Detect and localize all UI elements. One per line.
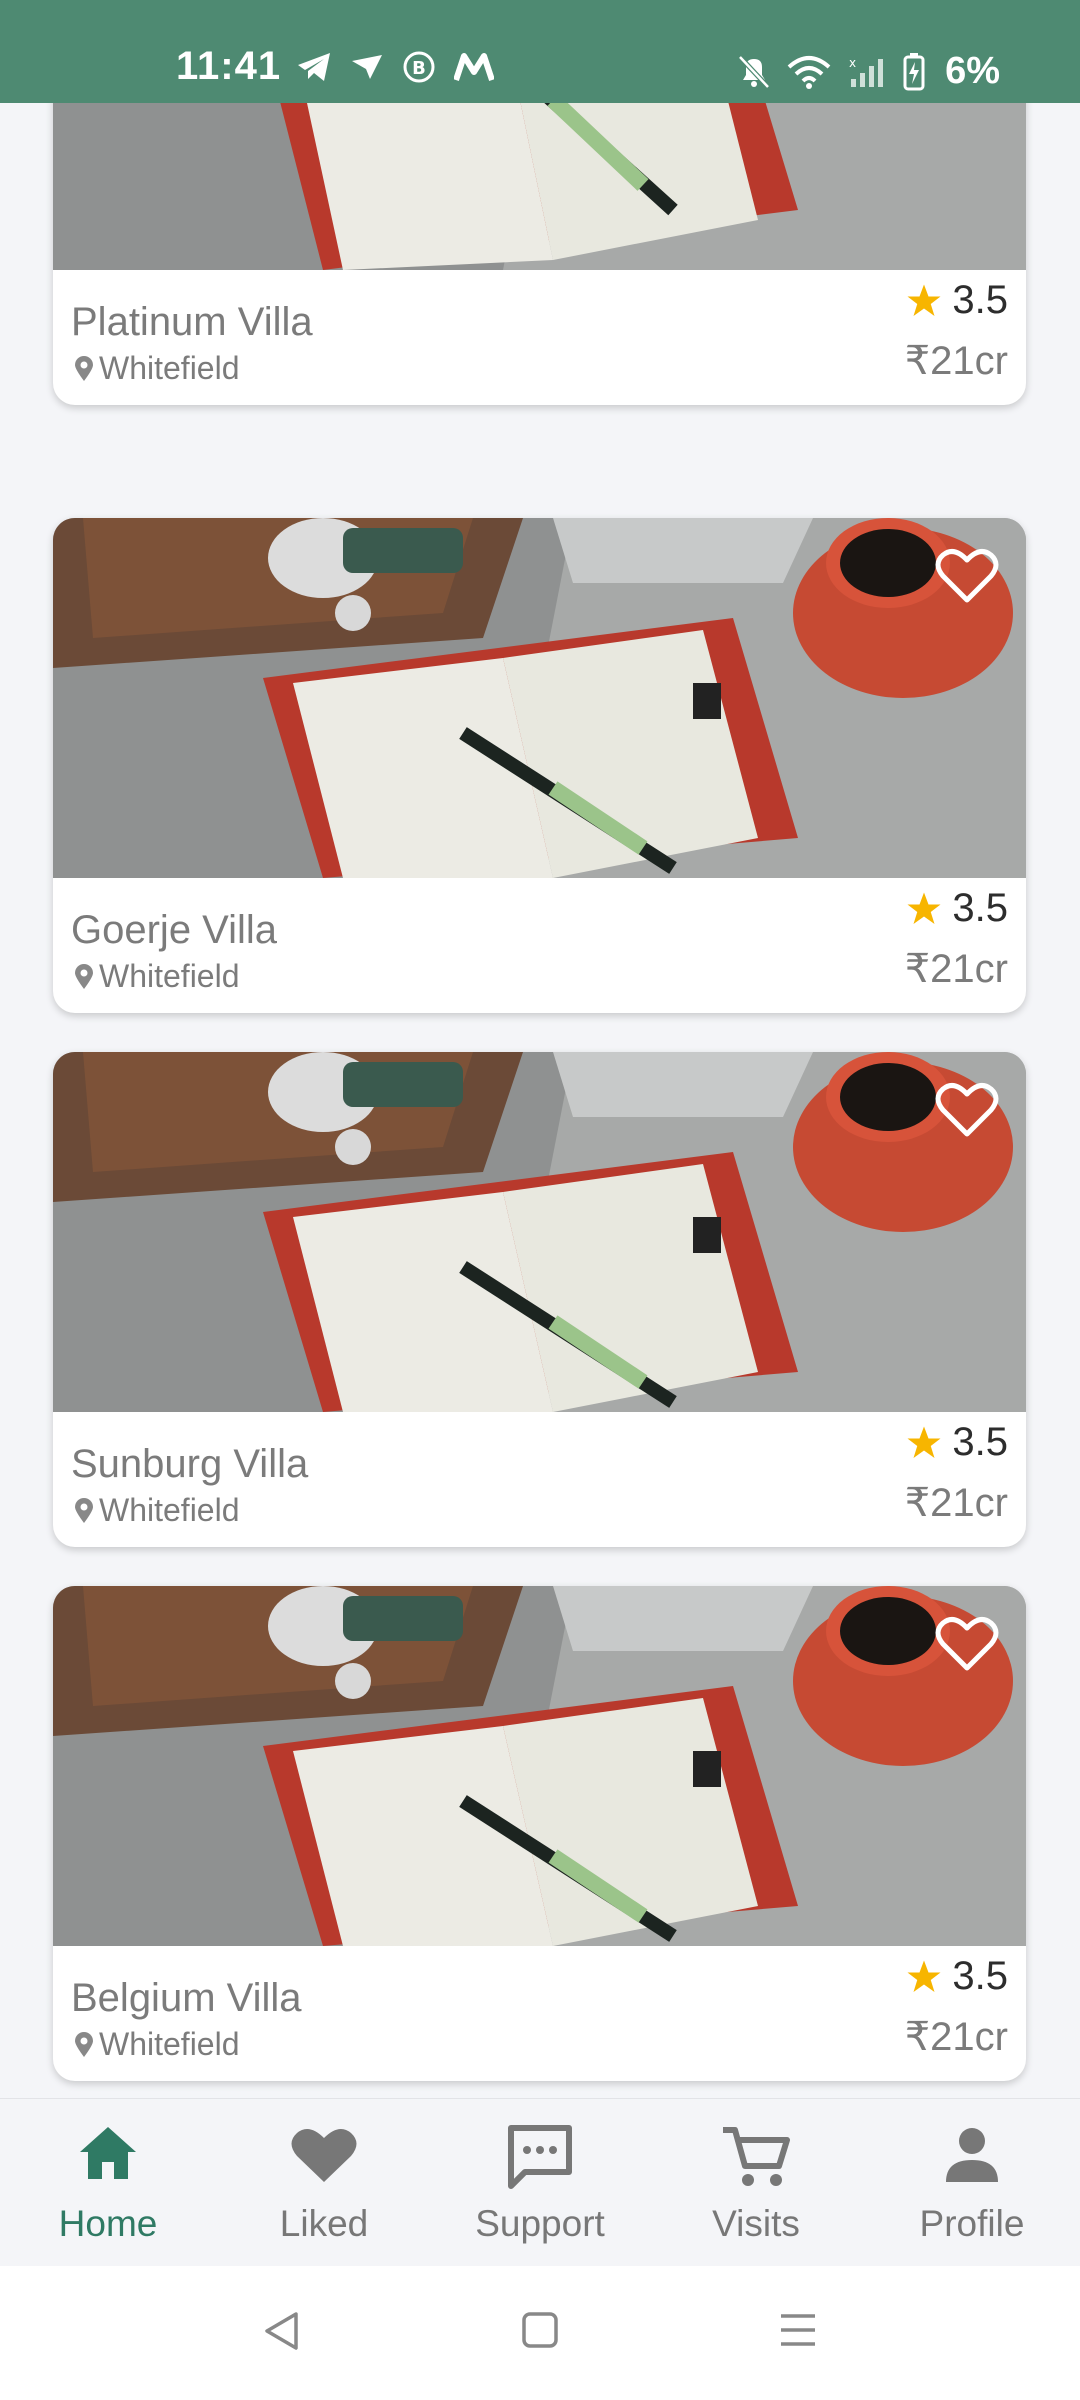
nav-visits[interactable]: Visits bbox=[648, 2099, 864, 2267]
svg-text:x: x bbox=[849, 56, 856, 70]
location-pin-icon bbox=[75, 1497, 93, 1523]
heart-outline-icon[interactable] bbox=[935, 546, 999, 606]
listing-rating-value: 3.5 bbox=[952, 1420, 1008, 1464]
m-logo-icon bbox=[454, 53, 494, 81]
listing-price: ₹21cr bbox=[904, 2015, 1008, 2059]
listing-location-text: Whitefield bbox=[99, 350, 240, 386]
heart-icon bbox=[291, 2129, 357, 2182]
listing-price: ₹21cr bbox=[904, 339, 1008, 383]
listing-location: Whitefield bbox=[75, 2026, 240, 2063]
listing-photo bbox=[53, 1586, 1026, 1946]
person-icon bbox=[946, 2128, 998, 2182]
listing-location-text: Whitefield bbox=[99, 2026, 240, 2062]
bell-off-icon bbox=[738, 54, 770, 89]
nav-profile[interactable]: Profile bbox=[864, 2099, 1080, 2267]
listing-card[interactable]: Goerje Villa Whitefield 3.5 ₹21cr bbox=[53, 518, 1026, 1013]
listing-card[interactable]: Belgium Villa Whitefield 3.5 ₹21cr bbox=[53, 1586, 1026, 2081]
b-badge-icon: B bbox=[403, 51, 435, 83]
star-icon bbox=[907, 284, 941, 316]
location-pin-icon bbox=[75, 963, 93, 989]
chat-icon bbox=[508, 2125, 572, 2189]
wifi-icon bbox=[787, 55, 831, 89]
listing-rating-value: 3.5 bbox=[952, 886, 1008, 930]
location-pin-icon bbox=[75, 355, 93, 381]
status-bar: 11:41 B x 6% bbox=[0, 0, 1080, 103]
listing-photo bbox=[53, 1052, 1026, 1412]
star-icon bbox=[907, 892, 941, 924]
listing-title: Goerje Villa bbox=[71, 908, 278, 952]
nav-profile-label: Profile bbox=[919, 2203, 1025, 2244]
listing-rating-value: 3.5 bbox=[952, 1954, 1008, 1998]
nav-liked[interactable]: Liked bbox=[216, 2099, 432, 2267]
listing-price: ₹21cr bbox=[904, 1481, 1008, 1525]
notification-icons: B bbox=[296, 50, 494, 84]
listing-title: Belgium Villa bbox=[71, 1976, 302, 2020]
cart-icon bbox=[723, 2127, 790, 2186]
listing-title: Sunburg Villa bbox=[71, 1442, 309, 1486]
nav-liked-label: Liked bbox=[279, 2203, 369, 2244]
signal-icon: x bbox=[849, 56, 884, 87]
listing-location-text: Whitefield bbox=[99, 958, 240, 994]
listing-rating: 3.5 bbox=[906, 278, 1008, 323]
location-pin-icon bbox=[75, 2031, 93, 2057]
listing-location: Whitefield bbox=[75, 350, 240, 387]
listing-title: Platinum Villa bbox=[71, 300, 313, 344]
home-square-icon[interactable] bbox=[521, 2310, 559, 2350]
listing-card[interactable]: Platinum Villa Whitefield 3.5 ₹21cr bbox=[53, 103, 1026, 405]
nav-home-label: Home bbox=[58, 2203, 158, 2244]
system-navigation-bar bbox=[0, 2266, 1080, 2400]
listing-rating-value: 3.5 bbox=[952, 278, 1008, 322]
nav-visits-label: Visits bbox=[712, 2203, 800, 2244]
nav-support-label: Support bbox=[475, 2203, 605, 2244]
battery-charging-icon bbox=[903, 52, 925, 90]
listing-rating: 3.5 bbox=[906, 1954, 1008, 1999]
system-status-icons: x 6% bbox=[737, 50, 1000, 93]
nav-support[interactable]: Support bbox=[432, 2099, 648, 2267]
telegram-icon bbox=[298, 53, 330, 81]
listing-rating: 3.5 bbox=[906, 886, 1008, 931]
home-icon bbox=[80, 2127, 136, 2179]
star-icon bbox=[907, 1960, 941, 1992]
listing-card[interactable]: Sunburg Villa Whitefield 3.5 ₹21cr bbox=[53, 1052, 1026, 1547]
heart-outline-icon[interactable] bbox=[935, 1080, 999, 1140]
status-time: 11:41 bbox=[176, 44, 282, 88]
listing-price: ₹21cr bbox=[904, 947, 1008, 991]
listing-feed[interactable]: Platinum Villa Whitefield 3.5 ₹21cr Goer… bbox=[0, 103, 1080, 2098]
back-icon[interactable] bbox=[262, 2310, 300, 2352]
listing-photo bbox=[53, 103, 1026, 270]
listing-location: Whitefield bbox=[75, 958, 240, 995]
listing-location-text: Whitefield bbox=[99, 1492, 240, 1528]
nav-home[interactable]: Home bbox=[0, 2099, 216, 2267]
listing-rating: 3.5 bbox=[906, 1420, 1008, 1465]
bottom-navigation: Home Liked Support Visits Profile bbox=[0, 2098, 1080, 2267]
battery-percent: 6% bbox=[945, 50, 1000, 92]
menu-icon[interactable] bbox=[778, 2310, 818, 2350]
star-icon bbox=[907, 1426, 941, 1458]
send-icon bbox=[352, 55, 382, 79]
heart-outline-icon[interactable] bbox=[935, 1614, 999, 1674]
listing-photo bbox=[53, 518, 1026, 878]
listing-location: Whitefield bbox=[75, 1492, 240, 1529]
svg-text:B: B bbox=[412, 58, 426, 79]
